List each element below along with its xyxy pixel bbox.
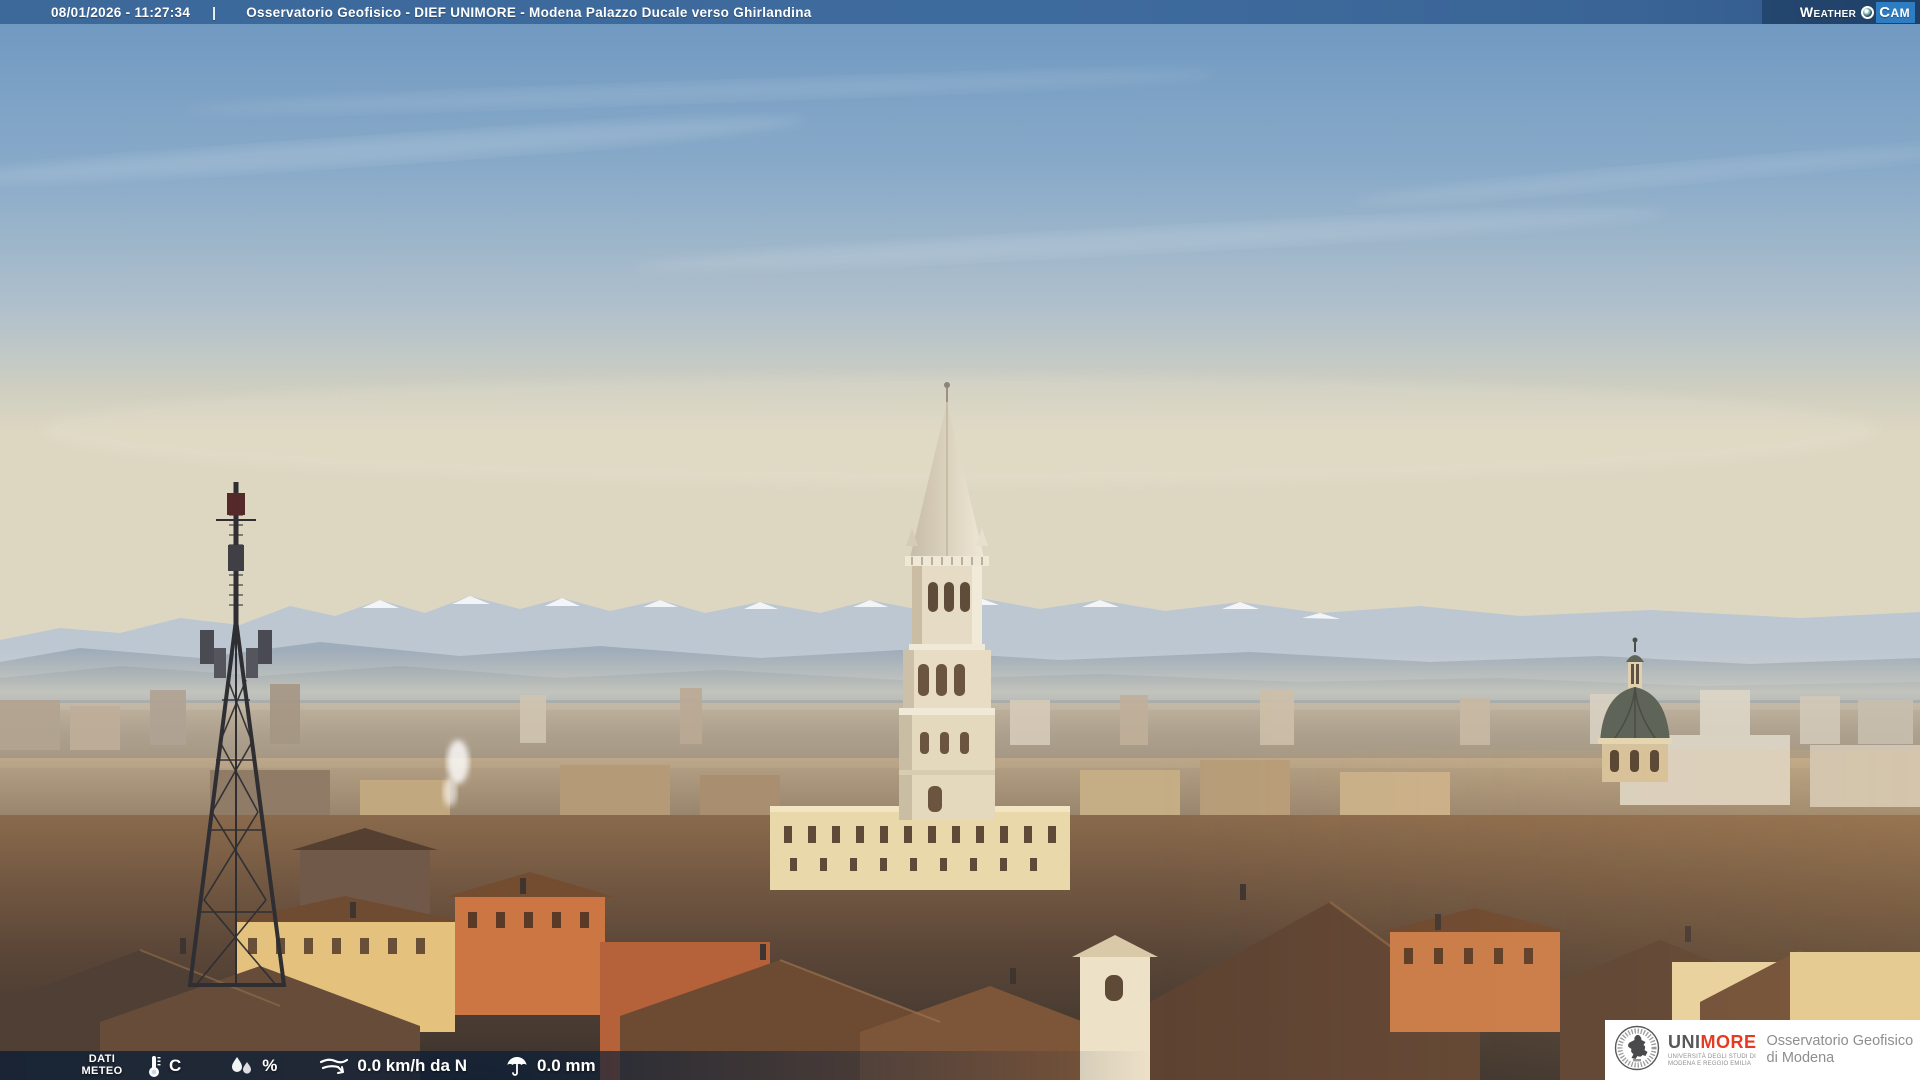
brand-subtitle-line1: UNIVERSITÀ DEGLI STUDI DI [1668, 1053, 1757, 1060]
thermometer-icon [146, 1054, 162, 1078]
observatory-name-line2: di Modena [1766, 1050, 1835, 1066]
wind-value: 0.0 km/h da N [357, 1055, 468, 1075]
brand-subtitle-line2: MODENA E REGGIO EMILIA [1668, 1060, 1752, 1067]
title-separator: | [212, 4, 217, 20]
unimore-seal-icon [1614, 1025, 1660, 1076]
brand-more: MORE [1700, 1031, 1757, 1052]
meteo-label-line1: DATI [88, 1053, 116, 1065]
umbrella-icon [505, 1054, 529, 1078]
temperature-unit: C [169, 1055, 182, 1075]
weathercam-word2: Cam [1876, 1, 1915, 23]
wind-icon [319, 1054, 349, 1078]
unimore-wordmark: UNIMORE UNIVERSITÀ DEGLI STUDI DI MODENA… [1668, 1033, 1757, 1068]
top-title-bar: 08/01/2026 - 11:27:34 | Osservatorio Geo… [0, 0, 1920, 24]
datetime-text: 08/01/2026 - 11:27:34 [51, 4, 191, 20]
meteo-label-line2: METEO [81, 1064, 123, 1077]
camera-lens-icon [1861, 5, 1875, 19]
webcam-viewer: 08/01/2026 - 11:27:34 | Osservatorio Geo… [0, 0, 1920, 1080]
humidity-drops-icon [229, 1054, 255, 1078]
weathercam-logo[interactable]: Weather Cam [1762, 0, 1920, 24]
observatory-name: Osservatorio Geofisico di Modena [1767, 1033, 1914, 1068]
rain-value: 0.0 mm [537, 1055, 596, 1075]
brand-uni: UNI [1668, 1031, 1701, 1052]
meteo-label: DATI METEO [72, 1053, 132, 1077]
weathercam-word1: Weather [1799, 4, 1857, 20]
brand-subtitle: UNIVERSITÀ DEGLI STUDI DI MODENA E REGGI… [1668, 1054, 1757, 1068]
observatory-name-line1: Osservatorio Geofisico [1766, 1032, 1914, 1049]
webcam-photo [0, 0, 1920, 1080]
webcam-title: Osservatorio Geofisico - DIEF UNIMORE - … [246, 4, 812, 20]
humidity-unit: % [262, 1055, 278, 1075]
unimore-logo-box[interactable]: UNIMORE UNIVERSITÀ DEGLI STUDI DI MODENA… [1605, 1020, 1920, 1080]
meteo-data-bar: DATI METEO C % 0.0 km/h da N 0.0 mm [0, 1051, 1150, 1080]
